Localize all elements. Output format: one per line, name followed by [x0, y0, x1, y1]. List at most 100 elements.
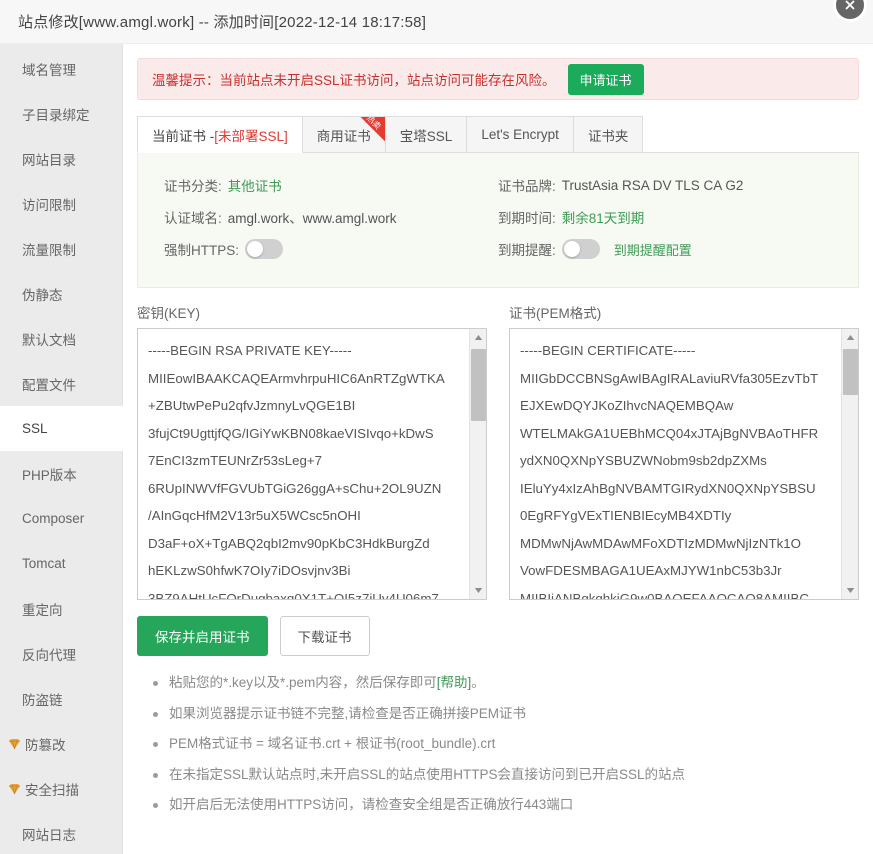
sidebar-item-label: 域名管理 [22, 62, 76, 78]
sidebar-item-1[interactable]: 子目录绑定 [0, 91, 122, 136]
sidebar-item-14[interactable]: 防盗链 [0, 676, 122, 721]
value-cert-category: 其他证书 [227, 179, 282, 194]
tab-1[interactable]: 商用证书 热卖 [301, 116, 386, 152]
label-cert-category: 证书分类: [164, 179, 222, 194]
sidebar-item-15[interactable]: 防篡改 [0, 721, 122, 766]
sidebar-item-12[interactable]: 重定向 [0, 586, 122, 631]
dialog-title: 站点修改[www.amgl.work] -- 添加时间[2022-12-14 1… [18, 14, 427, 31]
sidebar-item-5[interactable]: 伪静态 [0, 271, 122, 316]
sidebar-item-label: 网站日志 [22, 827, 76, 843]
sidebar-item-4[interactable]: 流量限制 [0, 226, 122, 271]
sidebar-item-label: 防盗链 [22, 692, 63, 708]
ssl-tabs: 当前证书 - [未部署SSL] 商用证书 热卖 宝塔SSL Let's Encrypt 证… [137, 116, 859, 153]
tab-label: 宝塔SSL [399, 128, 453, 144]
key-textarea-content: -----BEGIN RSA PRIVATE KEY----- MIIEowIB… [148, 343, 445, 599]
sidebar-item-label: 网站目录 [22, 152, 76, 168]
key-scrollbar-thumb[interactable] [471, 349, 486, 421]
expire-remind-config-link[interactable]: 到期提醒配置 [614, 240, 692, 259]
note-text: 在未指定SSL默认站点时,未开启SSL的站点使用HTTPS会直接访问到已开启SS… [169, 766, 686, 782]
label-domains: 认证域名: [164, 211, 222, 226]
label-cert-brand: 证书品牌: [498, 179, 556, 194]
download-certificate-button[interactable]: 下载证书 [279, 616, 370, 656]
note-text: 如开启后无法使用HTTPS访问，请检查安全组是否正确放行443端口 [169, 797, 574, 813]
scroll-up-icon[interactable] [842, 329, 858, 346]
info-row-expiry: 到期时间: 剩余81天到期 [498, 203, 832, 231]
key-scrollbar[interactable] [469, 329, 486, 599]
tab-2[interactable]: 宝塔SSL [384, 116, 468, 152]
sidebar-item-2[interactable]: 网站目录 [0, 136, 122, 181]
pem-block: 证书(PEM格式) -----BEGIN CERTIFICATE----- MI… [509, 302, 859, 600]
sidebar-item-3[interactable]: 访问限制 [0, 181, 122, 226]
pem-textarea-content: -----BEGIN CERTIFICATE----- MIIGbDCCBNSg… [520, 343, 819, 599]
value-expiry: 剩余81天到期 [561, 211, 645, 226]
info-row-cert-category: 证书分类: 其他证书 [164, 171, 498, 199]
sidebar-item-16[interactable]: 安全扫描 [0, 766, 122, 811]
sidebar-item-label: 子目录绑定 [22, 107, 90, 123]
toggle-knob [247, 241, 264, 257]
sidebar-item-8[interactable]: SSL [0, 406, 123, 451]
sidebar-item-6[interactable]: 默认文档 [0, 316, 122, 361]
sidebar-item-label: 配置文件 [22, 377, 76, 393]
pem-scrollbar-thumb[interactable] [843, 349, 858, 395]
certificate-info-left: 证书分类: 其他证书 认证域名: amgl.work、www.amgl.work… [164, 171, 498, 267]
info-row-expire-remind: 到期提醒: 到期提醒配置 [498, 235, 832, 263]
certificate-info-panel: 证书分类: 其他证书 认证域名: amgl.work、www.amgl.work… [137, 153, 859, 288]
help-link[interactable]: [帮助] [437, 675, 472, 690]
note-item-0: 粘贴您的*.key以及*.pem内容，然后保存即可[帮助]。 [153, 674, 859, 692]
pem-textarea[interactable]: -----BEGIN CERTIFICATE----- MIIGbDCCBNSg… [509, 328, 859, 600]
tab-label: 商用证书 [316, 128, 371, 144]
toggle-knob [563, 241, 580, 257]
action-buttons: 保存并启用证书 下载证书 [137, 616, 859, 656]
sidebar-item-13[interactable]: 反向代理 [0, 631, 122, 676]
note-text: 如果浏览器提示证书链不完整,请检查是否正确拼接PEM证书 [169, 705, 527, 721]
bullet-icon [153, 772, 158, 778]
sidebar-item-0[interactable]: 域名管理 [0, 46, 122, 91]
apply-certificate-button[interactable]: 申请证书 [567, 63, 644, 95]
save-and-enable-certificate-button[interactable]: 保存并启用证书 [137, 616, 268, 656]
expire-remind-toggle[interactable] [561, 239, 600, 259]
sidebar-item-7[interactable]: 配置文件 [0, 361, 122, 406]
note-item-4: 如开启后无法使用HTTPS访问，请检查安全组是否正确放行443端口 [153, 796, 859, 814]
note-item-3: 在未指定SSL默认站点时,未开启SSL的站点使用HTTPS会直接访问到已开启SS… [153, 766, 859, 784]
sidebar-item-label: Composer [22, 511, 85, 526]
close-icon[interactable] [833, 0, 867, 22]
scroll-up-icon[interactable] [470, 329, 486, 346]
label-force-https: 强制HTTPS: [164, 243, 240, 258]
sidebar-item-label: PHP版本 [22, 467, 77, 483]
bullet-icon [153, 742, 158, 748]
sidebar: 域名管理子目录绑定网站目录访问限制流量限制伪静态默认文档配置文件 SSL PHP版本… [0, 44, 123, 854]
pem-scrollbar[interactable] [841, 329, 858, 599]
sidebar-item-label: 访问限制 [22, 197, 76, 213]
tab-label: 证书夹 [587, 128, 629, 144]
info-row-cert-brand: 证书品牌: TrustAsia RSA DV TLS CA G2 [498, 171, 832, 199]
bullet-icon [153, 803, 158, 809]
tab-0[interactable]: 当前证书 - [未部署SSL] [137, 116, 303, 153]
scroll-down-icon[interactable] [842, 582, 858, 599]
sidebar-item-label: Tomcat [22, 556, 66, 571]
note-text: PEM格式证书 = 域名证书.crt + 根证书(root_bundle).cr… [169, 736, 496, 752]
key-textarea[interactable]: -----BEGIN RSA PRIVATE KEY----- MIIEowIB… [137, 328, 487, 600]
sidebar-item-17[interactable]: 网站日志 [0, 811, 122, 854]
diamond-icon [8, 783, 21, 795]
info-row-domains: 认证域名: amgl.work、www.amgl.work [164, 203, 498, 231]
tab-4[interactable]: 证书夹 [572, 116, 644, 152]
site-edit-dialog: 站点修改[www.amgl.work] -- 添加时间[2022-12-14 1… [0, 0, 873, 854]
note-text: 粘贴您的*.key以及*.pem内容，然后保存即可[帮助]。 [169, 675, 485, 690]
certificate-info-right: 证书品牌: TrustAsia RSA DV TLS CA G2 到期时间: 剩… [498, 171, 832, 267]
sidebar-item-11[interactable]: Tomcat [0, 541, 122, 586]
sidebar-item-9[interactable]: PHP版本 [0, 451, 122, 496]
sidebar-item-label: 防篡改 [25, 737, 66, 753]
warning-message: 温馨提示：当前站点未开启SSL证书访问，站点访问可能存在风险。 [152, 73, 556, 88]
sidebar-item-label: 伪静态 [22, 287, 63, 303]
scroll-down-icon[interactable] [470, 582, 486, 599]
force-https-toggle[interactable] [245, 239, 284, 259]
tab-3[interactable]: Let's Encrypt [466, 116, 574, 152]
sidebar-item-10[interactable]: Composer [0, 496, 122, 541]
dialog-titlebar: 站点修改[www.amgl.work] -- 添加时间[2022-12-14 1… [0, 0, 873, 44]
sidebar-item-label: SSL [22, 421, 48, 436]
info-row-force-https: 强制HTTPS: [164, 235, 498, 263]
tab-label: Let's Encrypt [481, 127, 559, 142]
label-expiry: 到期时间: [498, 211, 556, 226]
key-block: 密钥(KEY) -----BEGIN RSA PRIVATE KEY----- … [137, 302, 487, 600]
diamond-icon [8, 738, 21, 750]
